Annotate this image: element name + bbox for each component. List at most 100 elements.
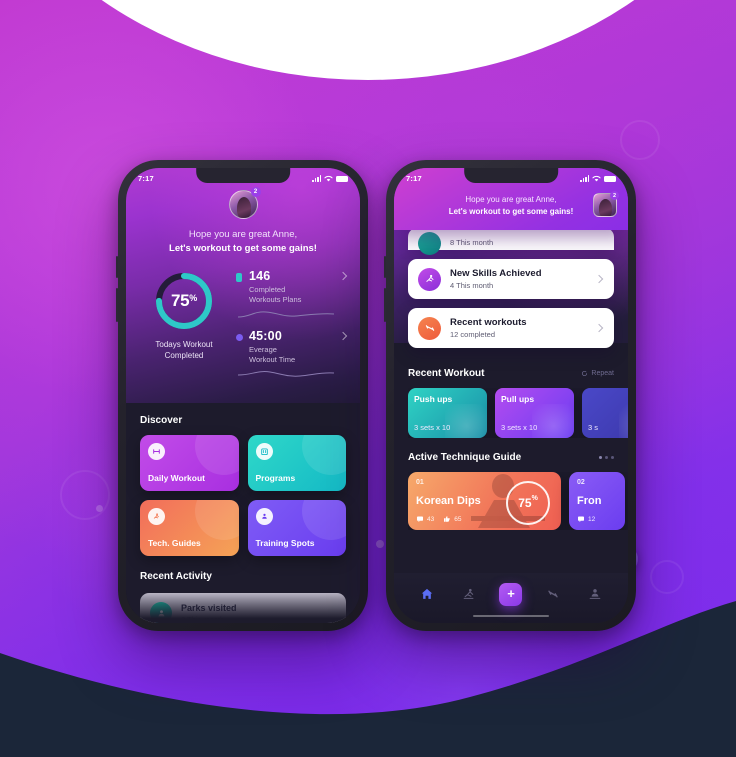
pager-dots[interactable] <box>599 456 614 459</box>
technique-guide-section: Active Technique Guide 01 Korean Dips 43… <box>394 438 628 530</box>
technique-percent-unit: % <box>531 495 538 502</box>
like-count: 65 <box>443 515 461 523</box>
thumbs-up-icon <box>444 516 451 522</box>
home-icon <box>421 588 433 599</box>
avatar-badge: 2 <box>250 187 261 197</box>
workout-name: Pull ups <box>501 394 535 404</box>
phone-right: 7:17 Hope you are great Anne, Let's work… <box>384 160 636 631</box>
decorative-dot <box>96 505 103 512</box>
technique-progress-ring: 75% <box>506 481 550 525</box>
greeting: Hope you are great Anne, Let's workout t… <box>126 228 360 256</box>
left-body: Discover Daily Workout Programs Tech. Gu… <box>126 403 360 623</box>
nav-item-home[interactable] <box>416 583 438 605</box>
comment-count: 12 <box>577 515 595 523</box>
workout-name: Push ups <box>414 394 453 404</box>
gymnast-icon <box>418 267 441 291</box>
stat-item-workouts[interactable]: 146 Completed Workouts Plans <box>236 270 348 305</box>
greeting-line-1: Hope you are great Anne, <box>188 229 298 240</box>
workout-card[interactable]: 3 s <box>582 388 628 438</box>
chevron-right-icon <box>594 323 604 333</box>
comment-count-value: 43 <box>427 515 435 523</box>
add-plus-icon[interactable]: + <box>499 582 523 606</box>
donut-chart-block: 75% Todays Workout Completed <box>138 270 230 361</box>
stat-label: Everage Workout Time <box>249 345 348 365</box>
comment-count: 43 <box>416 515 434 523</box>
discover-title: Discover <box>140 415 183 426</box>
workout-card[interactable]: Push ups 3 sets x 10 <box>408 388 487 438</box>
tile-label: Training Spots <box>255 538 315 548</box>
tile-tech-guides[interactable]: Tech. Guides <box>140 500 239 556</box>
technique-card[interactable]: 02 Fron 12 <box>569 472 625 530</box>
recent-workout-strip[interactable]: Push ups 3 sets x 10 Pull ups 3 sets x 1… <box>408 388 628 438</box>
donut-caption: Todays Workout Completed <box>138 339 230 361</box>
avatar[interactable]: 2 <box>593 191 619 217</box>
phone-notch <box>196 168 290 183</box>
stats-row: 75% Todays Workout Completed 146 Complet… <box>126 256 360 389</box>
stat-label-1: Everage <box>249 345 277 354</box>
stat-label-2: Workouts Plans <box>249 295 302 304</box>
park-icon <box>150 602 172 623</box>
list-item-subtitle: 4 This month <box>450 281 494 290</box>
battery-icon <box>604 175 616 182</box>
list-item[interactable]: New Skills Achieved 4 This month <box>408 259 614 299</box>
tile-programs[interactable]: Programs <box>247 435 346 491</box>
sparkline <box>237 371 335 377</box>
recent-workout-title: Recent Workout <box>408 368 485 379</box>
signal-bars-icon <box>580 175 589 182</box>
recent-workout-section: Recent Workout Repeat Push ups 3 sets x … <box>394 357 628 438</box>
avatar-badge: 2 <box>610 191 619 200</box>
donut-caption-1: Todays Workout <box>155 340 213 349</box>
list-item-title: Parks visited <box>181 602 237 613</box>
stat-item-time[interactable]: 45:00 Everage Workout Time <box>236 330 348 365</box>
technique-card-name: Fron <box>577 494 602 507</box>
comment-count-value: 12 <box>588 515 596 523</box>
gymnast-icon <box>463 588 474 599</box>
phone-left: 7:17 2 Hope you are great Anne, Let's wo… <box>116 160 368 631</box>
donut-value: 75% <box>153 270 215 332</box>
comment-icon <box>578 516 584 522</box>
tile-label: Programs <box>255 473 296 483</box>
technique-guide-title: Active Technique Guide <box>408 452 522 463</box>
like-count-value: 65 <box>454 515 462 523</box>
phone-side-button[interactable] <box>384 256 386 278</box>
tile-training-spots[interactable]: Training Spots <box>247 500 346 556</box>
phone-side-button[interactable] <box>116 256 118 278</box>
list-item[interactable]: Recent workouts 12 completed <box>408 308 614 348</box>
tile-label: Daily Workout <box>148 473 205 483</box>
location-people-icon <box>589 589 601 599</box>
status-time: 7:17 <box>406 174 422 183</box>
phone-left-screen: 7:17 2 Hope you are great Anne, Let's wo… <box>126 168 360 623</box>
nav-item-techniques[interactable] <box>458 583 480 605</box>
repeat-icon <box>582 370 588 377</box>
home-indicator <box>473 614 549 617</box>
phone-notch <box>464 168 558 183</box>
list-item[interactable]: 8 This month <box>408 228 614 255</box>
chevron-right-icon <box>594 274 604 284</box>
technique-card-number: 02 <box>577 479 585 486</box>
workout-card[interactable]: Pull ups 3 sets x 10 <box>495 388 574 438</box>
park-icon <box>418 232 441 255</box>
right-scroll-area[interactable]: 8 This month New Skills Achieved 4 This … <box>394 168 628 623</box>
phone-side-button[interactable] <box>116 288 118 322</box>
list-item[interactable]: Parks visited 8 This month <box>140 593 346 623</box>
phone-side-button[interactable] <box>384 288 386 322</box>
greeting-line-2: Let's workout to get some gains! <box>169 243 317 254</box>
decorative-dot <box>376 540 384 548</box>
tile-daily-workout[interactable]: Daily Workout <box>140 435 239 491</box>
technique-guide-strip[interactable]: 01 Korean Dips 43 65 75% 02 Fron 12 <box>408 472 628 530</box>
avatar[interactable]: 2 <box>228 187 261 219</box>
stat-label: Completed Workouts Plans <box>249 285 348 305</box>
nav-item-workouts[interactable] <box>542 583 564 605</box>
technique-card[interactable]: 01 Korean Dips 43 65 75% <box>408 472 561 530</box>
nav-item-spots[interactable] <box>584 583 606 605</box>
repeat-button[interactable]: Repeat <box>581 370 614 377</box>
stat-label-1: Completed <box>249 285 286 294</box>
screenshot-stage: 7:17 2 Hope you are great Anne, Let's wo… <box>0 0 736 757</box>
gymnast-icon <box>148 508 165 525</box>
left-hero: 2 Hope you are great Anne, Let's workout… <box>126 168 360 403</box>
stat-list: 146 Completed Workouts Plans 45:00 Evera… <box>230 270 348 389</box>
donut-caption-2: Completed <box>164 351 204 360</box>
dumbbell-icon <box>548 590 558 598</box>
greeting-line-1: Hope you are great Anne, <box>465 195 557 204</box>
progress-donut: 75% <box>153 270 215 332</box>
